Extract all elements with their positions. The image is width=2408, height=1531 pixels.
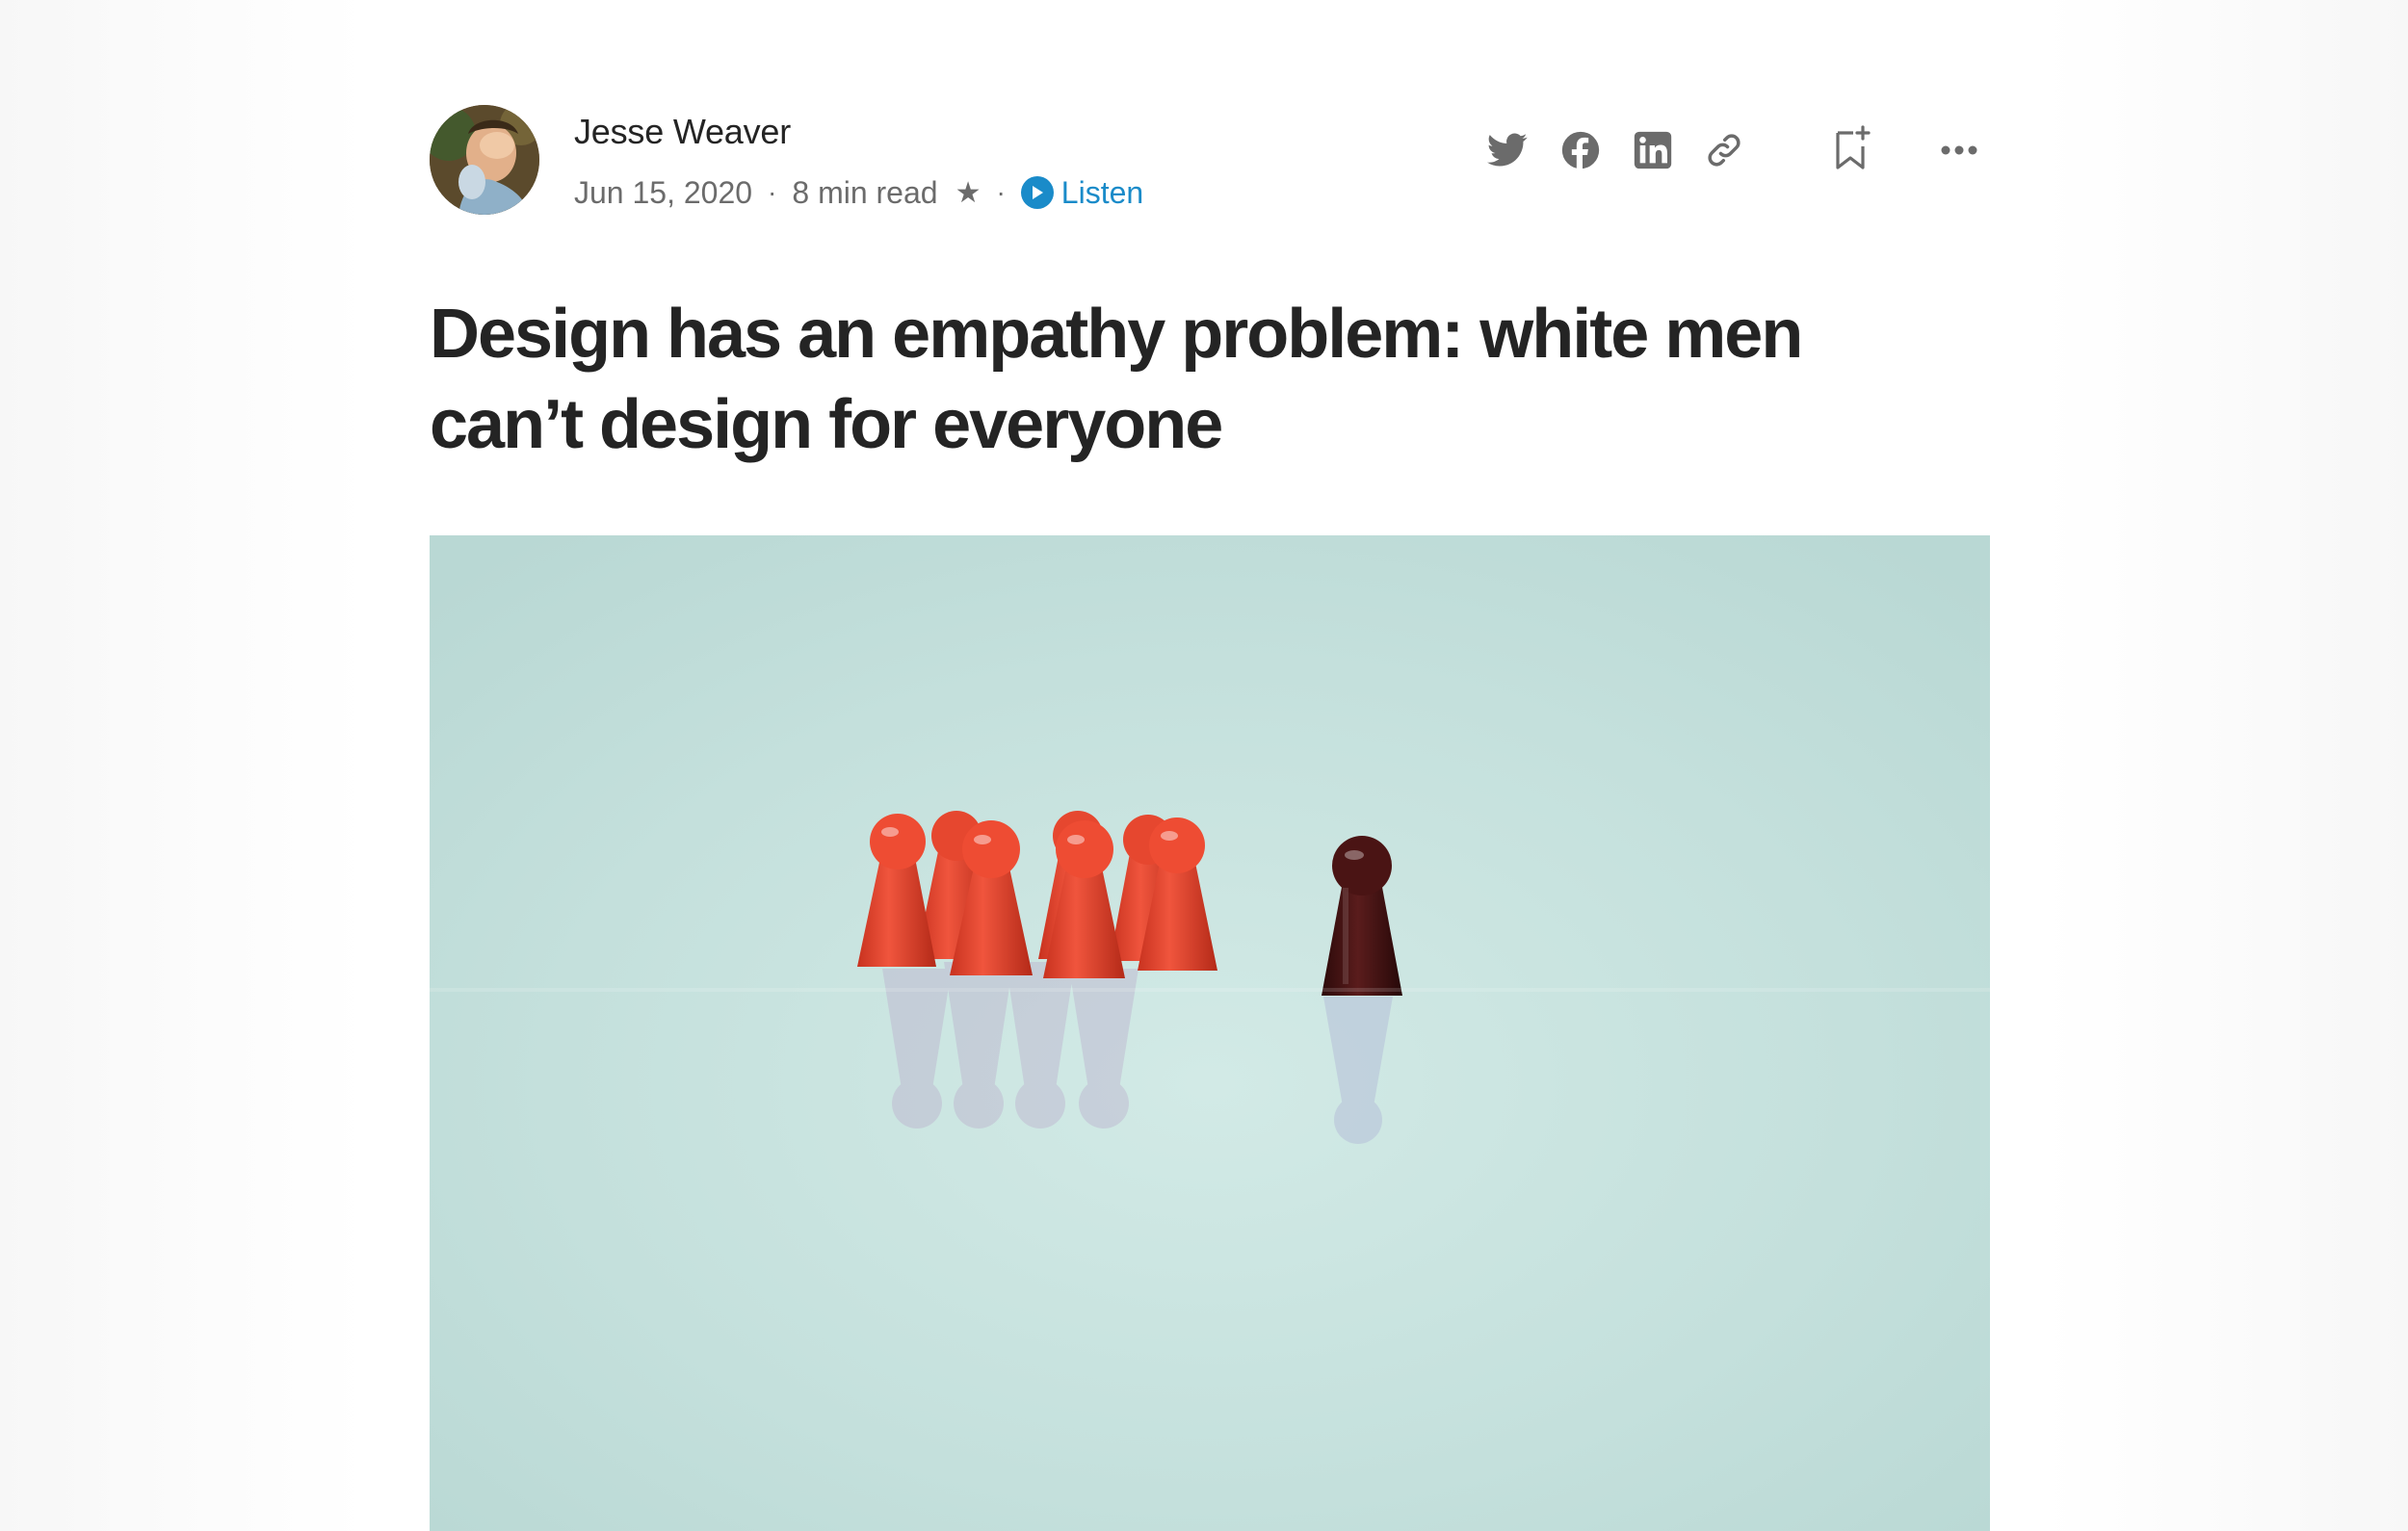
copy-link-icon[interactable] — [1701, 127, 1747, 173]
page-margin-right — [2042, 0, 2408, 1531]
article-title-line-2: can’t design for everyone — [430, 386, 1223, 463]
publish-date: Jun 15, 2020 — [574, 174, 753, 210]
author-name[interactable]: Jesse Weaver — [574, 112, 791, 152]
listen-label: Listen — [1060, 174, 1144, 210]
read-time: 8 min read — [792, 174, 938, 210]
star-icon: ★ — [955, 176, 982, 209]
bookmark-add-icon[interactable] — [1828, 125, 1874, 171]
article-meta: Jun 15, 2020 · 8 min read ★ · Listen — [574, 173, 1143, 212]
author-avatar[interactable] — [430, 105, 539, 215]
page-margin-left — [0, 0, 366, 1531]
hero-image — [430, 535, 1990, 1531]
more-options-icon[interactable] — [1936, 127, 1982, 173]
twitter-icon[interactable] — [1484, 127, 1531, 173]
pawn-pieces-image — [430, 535, 1990, 1531]
linkedin-icon[interactable] — [1630, 127, 1676, 173]
meta-separator: · — [996, 177, 1006, 207]
meta-separator: · — [768, 177, 777, 207]
listen-button[interactable]: Listen — [1020, 174, 1144, 211]
avatar-image — [430, 105, 539, 215]
article-title-line-1: Design has an empathy problem: white men — [430, 296, 1803, 373]
article-title: Design has an empathy problem: white men… — [430, 289, 1990, 470]
play-icon — [1020, 176, 1054, 209]
facebook-icon[interactable] — [1557, 127, 1604, 173]
